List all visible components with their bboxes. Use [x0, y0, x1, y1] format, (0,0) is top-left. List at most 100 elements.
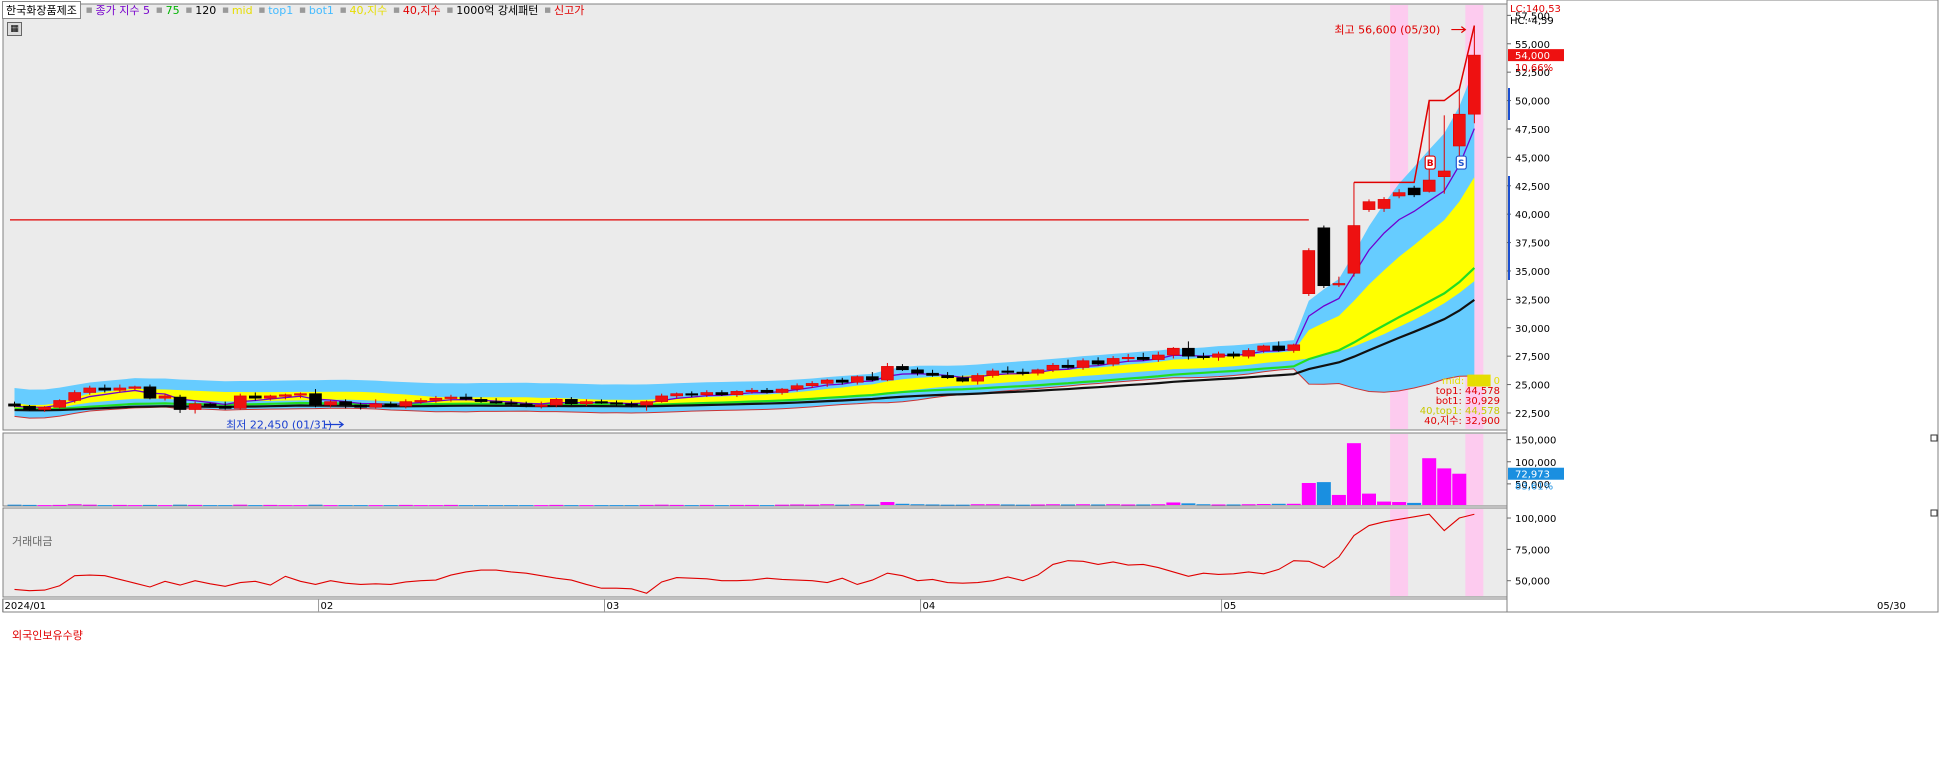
- candle-body: [98, 387, 112, 391]
- candle-body: [143, 386, 157, 399]
- x-tick-label: 2024/01: [5, 601, 47, 612]
- candle-body: [68, 392, 81, 401]
- buy-marker-icon: B: [1424, 155, 1436, 170]
- indicator-item[interactable]: ■ 종가 지수 5: [86, 2, 150, 18]
- y-tick-label: 100,000: [1515, 514, 1556, 525]
- candle-body: [1091, 360, 1105, 365]
- volume-bar: [97, 505, 112, 507]
- candle-body: [1076, 360, 1090, 368]
- indicator-swatch-icon: ■: [544, 6, 551, 14]
- candle-body: [1407, 187, 1421, 196]
- candle-body: [369, 403, 383, 408]
- chart-canvas: B S최고 56,600 (05/30)최저 22,450 (01/31)mid:…: [0, 0, 1939, 760]
- volume-bar: [1196, 504, 1211, 506]
- candle-body: [309, 393, 322, 406]
- candle-body: [760, 389, 774, 393]
- candle-body: [519, 403, 533, 407]
- volume-bar: [594, 505, 609, 507]
- indicator-item[interactable]: ■ 40,지수: [393, 2, 440, 18]
- candle-body: [1302, 250, 1316, 294]
- candle-body: [23, 405, 36, 410]
- indicator-item[interactable]: ■ 120: [186, 2, 217, 18]
- y-tick-label: 50,000: [1515, 97, 1550, 108]
- last-price-label: 54,000: [1515, 51, 1550, 62]
- volume-bar: [775, 504, 790, 506]
- symbol-selector[interactable]: 한국화장품제조: [2, 1, 81, 19]
- volume-panel: [2, 432, 1508, 507]
- volume-bar: [1407, 502, 1422, 505]
- indicator-item[interactable]: ■ bot1: [299, 2, 334, 18]
- candle-body: [1317, 227, 1331, 287]
- candle-body: [1136, 356, 1150, 360]
- volume-bar: [790, 504, 805, 506]
- indicator-item[interactable]: ■ 1000억 강세패턴: [447, 2, 539, 18]
- volume-bar: [1226, 504, 1241, 506]
- volume-bar: [173, 504, 188, 506]
- volume-bar: [940, 504, 955, 506]
- volume-bar: [353, 505, 368, 507]
- marker-label: S: [1458, 159, 1464, 169]
- candle-body: [715, 392, 729, 396]
- highlight-column: [1465, 434, 1484, 505]
- x-tick-label: 04: [923, 601, 936, 612]
- y-tick-label: 35,000: [1515, 267, 1550, 278]
- candle-body: [474, 399, 488, 402]
- settings-grid-icon[interactable]: ▦: [7, 22, 22, 36]
- candle-body: [1392, 192, 1406, 197]
- indicator-swatch-icon: ■: [339, 6, 347, 14]
- volume-bar: [82, 504, 97, 506]
- volume-bar: [308, 504, 323, 506]
- y-axis-area: [1506, 0, 1939, 613]
- indicator-swatch-icon: ■: [85, 6, 93, 14]
- candle-body: [730, 391, 744, 396]
- y-tick-label: 47,500: [1515, 125, 1550, 136]
- candle-body: [941, 375, 954, 379]
- candle-body: [158, 395, 172, 399]
- highlight-column: [1465, 509, 1484, 596]
- indicator-item[interactable]: ■ mid: [222, 2, 252, 18]
- foreign-panel: [2, 507, 1508, 598]
- volume-bar: [368, 505, 383, 507]
- volume-bar: [474, 505, 489, 507]
- indicator-item[interactable]: ■ top1: [259, 2, 294, 18]
- candle-body: [218, 405, 232, 409]
- candle-body: [128, 386, 142, 389]
- volume-bar: [127, 505, 142, 507]
- volume-bar: [7, 504, 22, 506]
- indicator-swatch-icon: ■: [258, 6, 266, 14]
- indicator-item[interactable]: ■ 75: [156, 2, 180, 18]
- candle-body: [805, 383, 819, 386]
- volume-bar: [820, 504, 835, 506]
- volume-bar: [443, 504, 458, 506]
- candle-body: [1227, 353, 1240, 357]
- y-tick-label: 100,000: [1515, 458, 1556, 469]
- candle-body: [1121, 356, 1135, 360]
- volume-bar: [1392, 502, 1407, 505]
- candle-body: [1212, 353, 1225, 358]
- x-tick-label: 03: [607, 601, 620, 612]
- indicator-label: 40,지수: [402, 4, 441, 17]
- volume-bar: [1286, 503, 1301, 505]
- volume-bar: [1437, 468, 1452, 505]
- candle-body: [580, 401, 593, 405]
- candle-body: [1332, 283, 1346, 286]
- y-tick-label: 27,500: [1515, 352, 1550, 363]
- volume-bar: [142, 504, 157, 506]
- candle-body: [324, 401, 337, 406]
- volume-bar: [639, 504, 654, 506]
- volume-bar: [1301, 482, 1316, 505]
- candle-body: [850, 376, 864, 383]
- indicator-item[interactable]: ■ 신고가: [544, 2, 584, 18]
- volume-bar: [1015, 504, 1030, 506]
- volume-bar: [1362, 493, 1376, 505]
- candle-body: [203, 403, 217, 407]
- high-annotation: 최고 56,600 (05/30): [1334, 24, 1440, 37]
- volume-bar: [1346, 443, 1361, 505]
- volume-bar: [1106, 504, 1121, 506]
- sell-marker-icon: S: [1455, 155, 1467, 170]
- candle-body: [1468, 54, 1481, 115]
- candle-body: [1453, 113, 1466, 147]
- candle-body: [655, 395, 668, 402]
- panel-resize-icon: [1930, 434, 1938, 442]
- indicator-item[interactable]: ■ 40,지수: [340, 2, 387, 18]
